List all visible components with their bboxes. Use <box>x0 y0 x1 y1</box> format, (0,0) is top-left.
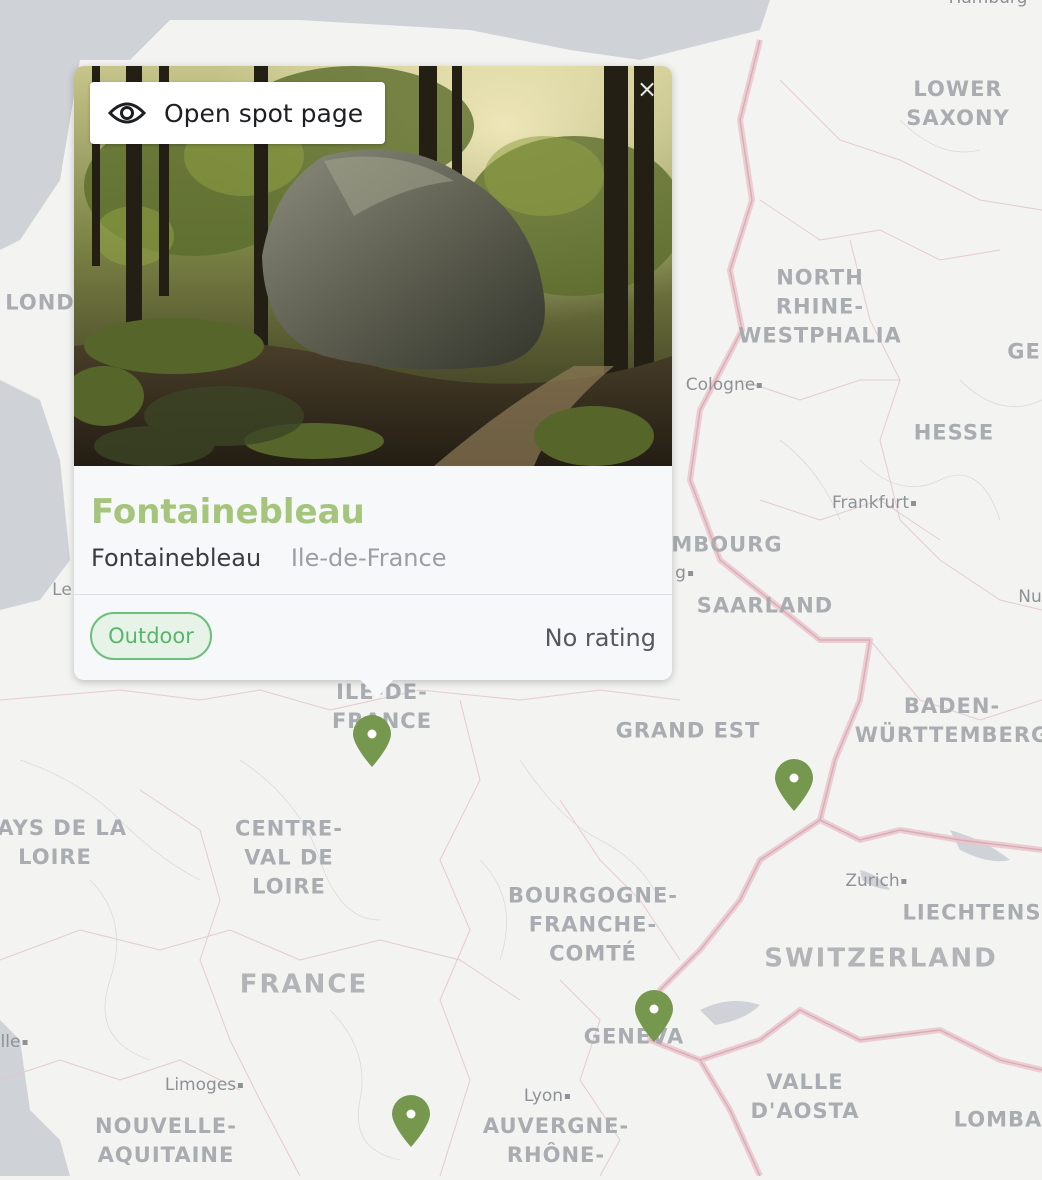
spot-location: Fontainebleau Ile-de-France <box>91 544 446 572</box>
spot-title: Fontainebleau <box>91 492 365 532</box>
popup-divider <box>74 594 672 595</box>
spot-region: Ile-de-France <box>290 544 447 572</box>
spot-popup: Open spot page × Fontainebleau Fontaineb… <box>74 66 672 698</box>
map-pin-icon[interactable] <box>350 714 394 768</box>
popup-pointer <box>359 678 395 698</box>
open-spot-page-button[interactable]: Open spot page <box>90 82 385 144</box>
spot-city: Fontainebleau <box>91 544 262 572</box>
map-pin-icon[interactable] <box>772 758 816 812</box>
spot-rating: No rating <box>544 624 656 652</box>
map-pin-icon[interactable] <box>389 1094 433 1148</box>
map-pin-icon[interactable] <box>632 989 676 1043</box>
spot-type-badge: Outdoor <box>90 612 212 660</box>
open-spot-page-label: Open spot page <box>164 98 364 128</box>
close-icon[interactable]: × <box>634 76 660 102</box>
eye-icon <box>108 102 146 124</box>
